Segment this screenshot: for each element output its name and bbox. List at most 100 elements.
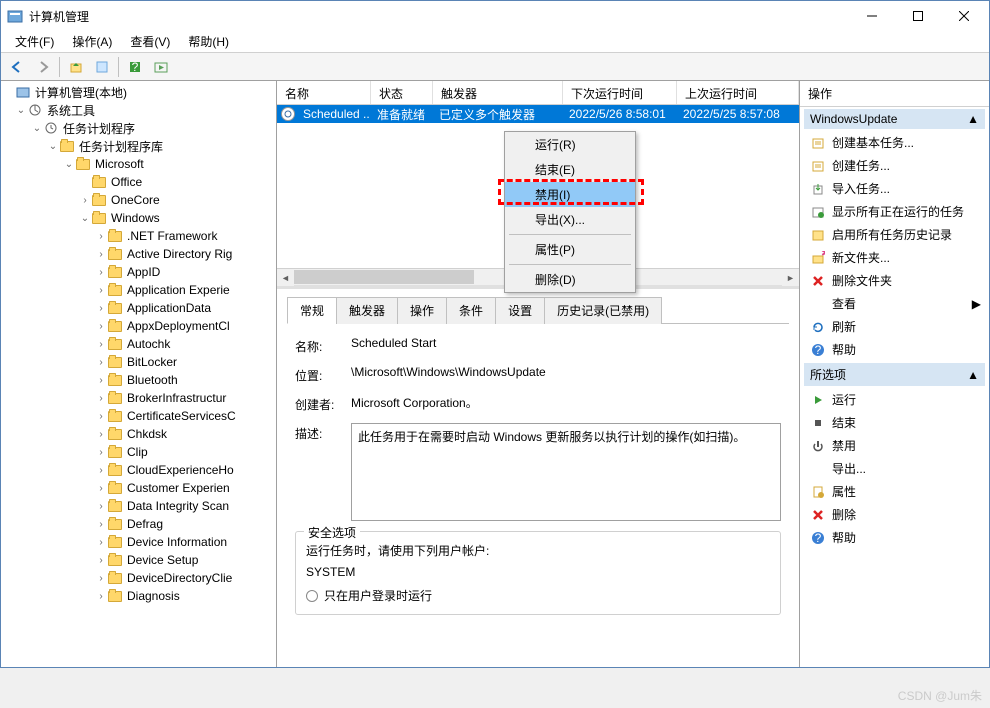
tree-item[interactable]: ›CertificateServicesC (1, 407, 276, 425)
tree-windows[interactable]: ⌄Windows (1, 209, 276, 227)
action-item[interactable]: 创建任务... (804, 154, 985, 177)
menu-file[interactable]: 文件(F) (7, 31, 62, 52)
tree-item[interactable]: ›ApplicationData (1, 299, 276, 317)
ctx-separator (509, 264, 631, 265)
action-item[interactable]: 运行 (804, 388, 985, 411)
action-icon (810, 135, 826, 151)
action-item[interactable]: 导出... (804, 457, 985, 480)
tree-item[interactable]: ›Active Directory Rig (1, 245, 276, 263)
menu-action[interactable]: 操作(A) (64, 31, 120, 52)
tree-item[interactable]: ›Device Information (1, 533, 276, 551)
tree-item[interactable]: ›Data Integrity Scan (1, 497, 276, 515)
tab-conditions[interactable]: 条件 (446, 297, 496, 324)
scroll-left-button[interactable]: ◄ (277, 269, 294, 286)
tab-triggers[interactable]: 触发器 (336, 297, 398, 324)
table-row[interactable]: Scheduled ... 准备就绪 已定义多个触发器 2022/5/26 8:… (277, 105, 799, 123)
back-button[interactable] (5, 55, 29, 79)
menu-help[interactable]: 帮助(H) (180, 31, 237, 52)
action-item[interactable]: 删除文件夹 (804, 269, 985, 292)
ctx-export[interactable]: 导出(X)... (505, 207, 635, 232)
tree-microsoft[interactable]: ⌄Microsoft (1, 155, 276, 173)
run-button[interactable] (149, 55, 173, 79)
ctx-run[interactable]: 运行(R) (505, 132, 635, 157)
scroll-thumb[interactable] (294, 270, 474, 284)
tree-item[interactable]: ›Defrag (1, 515, 276, 533)
titlebar[interactable]: 计算机管理 (1, 1, 989, 31)
tree-item[interactable]: ›BitLocker (1, 353, 276, 371)
tree-label: AppID (127, 265, 160, 279)
tree-pane[interactable]: 计算机管理(本地) ⌄系统工具 ⌄任务计划程序 ⌄任务计划程序库 ⌄Micros… (1, 81, 277, 667)
ctx-end[interactable]: 结束(E) (505, 157, 635, 182)
action-header-windowsupdate[interactable]: WindowsUpdate▲ (804, 109, 985, 129)
security-user-label: 运行任务时，请使用下列用户帐户: (306, 542, 770, 559)
action-item[interactable]: 显示所有正在运行的任务 (804, 200, 985, 223)
action-item[interactable]: 删除 (804, 503, 985, 526)
tree-item[interactable]: ›AppxDeploymentCl (1, 317, 276, 335)
tree-item[interactable]: ›Device Setup (1, 551, 276, 569)
tree-item[interactable]: ›Bluetooth (1, 371, 276, 389)
action-item[interactable]: 刷新 (804, 315, 985, 338)
tree-item[interactable]: ›Diagnosis (1, 587, 276, 605)
tab-general[interactable]: 常规 (287, 297, 337, 324)
tree-item[interactable]: ›Chkdsk (1, 425, 276, 443)
action-item[interactable]: ?帮助 (804, 526, 985, 549)
properties-button[interactable] (90, 55, 114, 79)
col-trigger[interactable]: 触发器 (433, 81, 563, 104)
col-last[interactable]: 上次运行时间 (677, 81, 799, 104)
tree-item[interactable]: ›Customer Experien (1, 479, 276, 497)
tab-actions[interactable]: 操作 (397, 297, 447, 324)
actions-body: WindowsUpdate▲ 创建基本任务...创建任务...导入任务...显示… (800, 107, 989, 667)
action-item[interactable]: 启用所有任务历史记录 (804, 223, 985, 246)
description-box[interactable]: 此任务用于在需要时启动 Windows 更新服务以执行计划的操作(如扫描)。 (351, 423, 781, 521)
up-button[interactable] (64, 55, 88, 79)
tree-office[interactable]: Office (1, 173, 276, 191)
minimize-button[interactable] (849, 2, 895, 30)
close-button[interactable] (941, 2, 987, 30)
action-item[interactable]: 结束 (804, 411, 985, 434)
tree-item[interactable]: ›Clip (1, 443, 276, 461)
action-item[interactable]: 导入任务... (804, 177, 985, 200)
detail-body: 名称:Scheduled Start 位置:\Microsoft\Windows… (287, 324, 789, 627)
folder-icon (107, 301, 123, 315)
col-status[interactable]: 状态 (371, 81, 433, 104)
tree-item[interactable]: ›.NET Framework (1, 227, 276, 245)
action-icon: ? (810, 530, 826, 546)
tree-label: 任务计划程序 (63, 120, 135, 137)
action-item[interactable]: 属性 (804, 480, 985, 503)
action-item[interactable]: 禁用 (804, 434, 985, 457)
tree-item[interactable]: ›Autochk (1, 335, 276, 353)
maximize-button[interactable] (895, 2, 941, 30)
action-item[interactable]: 查看▶ (804, 292, 985, 315)
value-name: Scheduled Start (351, 336, 781, 350)
tree-item[interactable]: ›Application Experie (1, 281, 276, 299)
menu-view[interactable]: 查看(V) (122, 31, 178, 52)
tree-system-tools[interactable]: ⌄系统工具 (1, 101, 276, 119)
action-header-selected[interactable]: 所选项▲ (804, 363, 985, 386)
help-button[interactable]: ? (123, 55, 147, 79)
actions-title: 操作 (800, 81, 989, 107)
forward-button[interactable] (31, 55, 55, 79)
tab-history[interactable]: 历史记录(已禁用) (544, 297, 662, 324)
col-name[interactable]: 名称 (277, 81, 371, 104)
action-item[interactable]: 创建基本任务... (804, 131, 985, 154)
tree-root[interactable]: 计算机管理(本地) (1, 83, 276, 101)
tree-label: Application Experie (127, 283, 230, 297)
value-location: \Microsoft\Windows\WindowsUpdate (351, 365, 781, 379)
tab-settings[interactable]: 设置 (495, 297, 545, 324)
action-item[interactable]: ✱新文件夹... (804, 246, 985, 269)
tree-item[interactable]: ›CloudExperienceHo (1, 461, 276, 479)
tree-onecore[interactable]: ›OneCore (1, 191, 276, 209)
ctx-delete[interactable]: 删除(D) (505, 267, 635, 292)
ctx-disable[interactable]: 禁用(I) (505, 182, 635, 207)
tree-item[interactable]: ›BrokerInfrastructur (1, 389, 276, 407)
col-next[interactable]: 下次运行时间 (563, 81, 677, 104)
tree-item[interactable]: ›DeviceDirectoryClie (1, 569, 276, 587)
tree-task-scheduler[interactable]: ⌄任务计划程序 (1, 119, 276, 137)
tree-task-library[interactable]: ⌄任务计划程序库 (1, 137, 276, 155)
tree-item[interactable]: ›AppID (1, 263, 276, 281)
radio-logon-only[interactable]: 只在用户登录时运行 (306, 587, 770, 604)
ctx-properties[interactable]: 属性(P) (505, 237, 635, 262)
scroll-right-button[interactable]: ► (782, 269, 799, 286)
action-label: 新文件夹... (832, 249, 890, 266)
action-item[interactable]: ?帮助 (804, 338, 985, 361)
